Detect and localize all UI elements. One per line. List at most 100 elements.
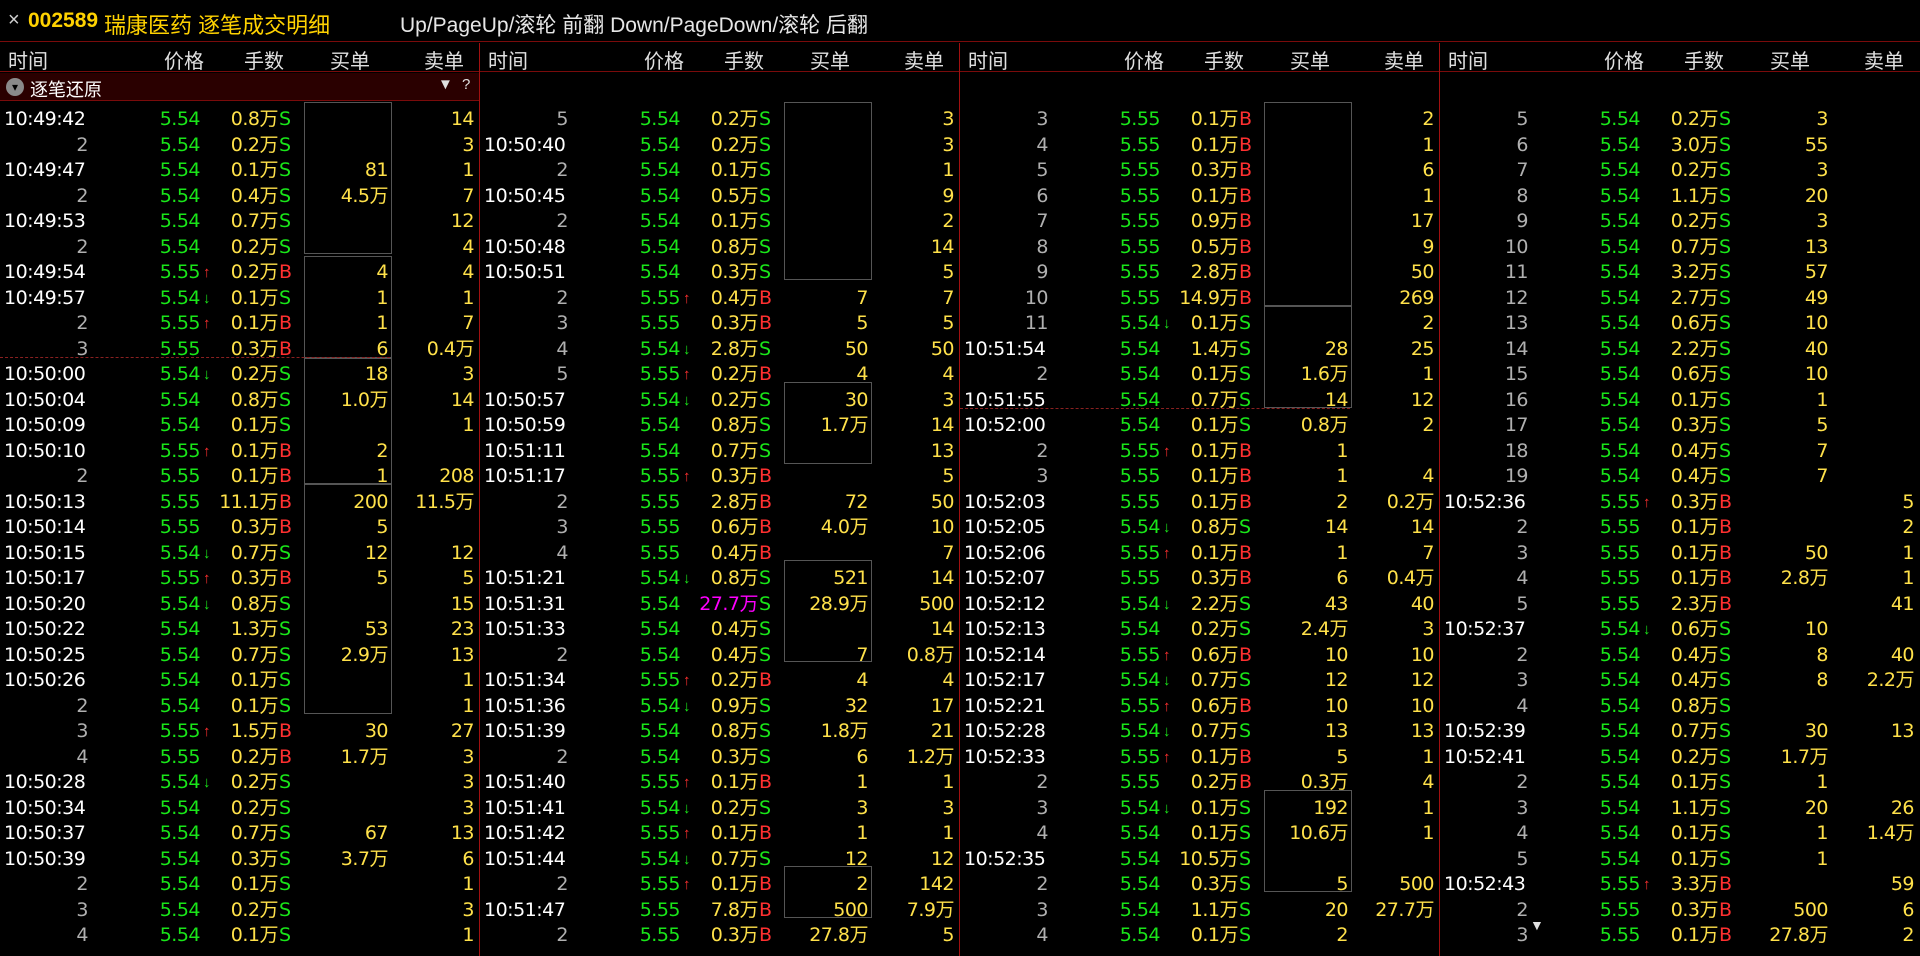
buy-order: 30 [364,720,389,742]
column-header[interactable]: 时间 [8,45,48,74]
trade-price: 5.54 [1599,720,1641,742]
buy-order: 50 [844,337,869,360]
trade-price: 5.54 [639,592,681,615]
sell-order: 13 [450,643,475,666]
sell-order: 25 [1410,337,1435,360]
trade-side: B [759,516,772,538]
trade-side: S [1719,108,1731,130]
column-header[interactable]: 价格 [1124,45,1164,74]
trade-price: 5.55 [1599,924,1641,946]
order-group-box [304,484,392,714]
column-header[interactable]: 手数 [1204,45,1244,74]
column-header[interactable]: 卖单 [424,45,464,74]
trade-time: 3 [1516,924,1528,946]
trade-volume: 0.8万 [230,592,279,615]
sell-order: 13 [930,439,955,462]
filter-icon[interactable]: ▼ [438,76,453,93]
trade-volume: 0.1万 [1190,108,1239,130]
trade-time: 3 [1036,108,1048,130]
column-header[interactable]: 卖单 [1864,45,1904,74]
minute-separator [0,357,390,358]
trade-price: 5.55 [1119,235,1161,258]
trade-time: 2 [76,873,88,895]
buy-order: 5 [1336,745,1348,768]
paging-hint: Up/PageUp/滚轮 前翻 Down/PageDown/滚轮 后翻 [400,14,868,37]
trade-time: 10:50:59 [484,414,566,436]
sell-order: 12 [1410,669,1435,691]
trade-price: 5.54 [639,337,681,360]
sell-order: 12 [1410,388,1435,411]
column-header[interactable]: 手数 [244,45,284,74]
scroll-more-icon[interactable]: ▼ [1530,917,1544,933]
trade-side: B [279,516,292,538]
trade-side: S [1719,796,1731,819]
buy-order: 40 [1804,337,1829,360]
buy-order: 3 [1816,108,1828,130]
trade-time: 10:52:39 [1444,720,1526,742]
trade-time: 5 [1516,108,1528,130]
sell-order: 1.2万 [906,745,955,768]
trade-price: 5.55 [1119,133,1161,156]
buy-order: 27.8万 [809,924,868,946]
chevron-down-icon[interactable]: ▾ [6,78,24,96]
column-header[interactable]: 价格 [164,45,204,74]
trade-volume: 0.1万 [710,159,759,181]
trade-side: S [279,388,291,411]
column-header[interactable]: 卖单 [904,45,944,74]
trade-time: 10:51:41 [484,796,566,819]
buy-order: 7 [856,286,868,309]
trade-volume: 2.8万 [1190,261,1239,283]
column-header[interactable]: 买单 [1290,45,1330,74]
column-header[interactable]: 卖单 [1384,45,1424,74]
trade-time: 3 [1036,898,1048,921]
trade-volume: 0.1万 [710,822,759,844]
column-header[interactable]: 手数 [1684,45,1724,74]
trade-price: 5.54 [159,388,201,411]
column-header[interactable]: 价格 [644,45,684,74]
column-header[interactable]: 买单 [330,45,370,74]
trade-price: 5.54 [1599,796,1641,819]
column-header[interactable]: 时间 [488,45,528,74]
trade-time: 15 [1504,363,1529,385]
down-arrow-icon: ↓ [203,366,211,383]
column-header[interactable]: 买单 [1770,45,1810,74]
down-arrow-icon: ↓ [683,799,691,817]
trade-time: 3 [76,720,88,742]
restore-label[interactable]: 逐笔还原 [30,76,102,102]
column-header[interactable]: 手数 [724,45,764,74]
stock-code: 002589 [28,9,99,32]
buy-order: 49 [1804,286,1829,309]
trade-time: 4 [1516,822,1528,844]
trade-volume: 0.1万 [1190,541,1239,564]
trade-price: 5.54 [639,414,681,436]
trade-side: B [1239,184,1252,207]
trade-time: 2 [1516,771,1528,793]
trade-volume: 0.2万 [710,796,759,819]
sell-order: 14 [930,618,955,640]
close-icon[interactable]: × [8,9,20,32]
order-group-box [304,358,392,484]
trade-side: S [1719,720,1731,742]
trade-price: 5.54 [1599,133,1641,156]
trade-side: S [1239,796,1251,819]
column-header[interactable]: 时间 [968,45,1008,74]
trade-volume: 0.1万 [710,771,759,793]
restore-bar[interactable]: ▾ 逐笔还原 ▼ ? [0,73,480,101]
sell-order: 0.4万 [1386,567,1435,589]
trade-time: 3 [1516,796,1528,819]
column-header[interactable]: 买单 [810,45,850,74]
column-header[interactable]: 价格 [1604,45,1644,74]
up-arrow-icon: ↑ [1163,442,1171,460]
trade-price: 5.54 [159,669,201,691]
column-header[interactable]: 时间 [1448,45,1488,74]
help-icon[interactable]: ? [462,76,470,93]
trade-time: 10:52:05 [964,516,1046,538]
trade-time: 10:52:12 [964,592,1046,615]
buy-order: 55 [1804,133,1829,156]
trade-side: B [279,439,292,462]
trade-price: 5.54 [159,363,201,385]
sell-order: 0.2万 [1386,490,1435,513]
trade-volume: 3.2万 [1670,261,1719,283]
up-arrow-icon: ↑ [683,289,691,307]
trade-time: 4 [76,745,88,768]
